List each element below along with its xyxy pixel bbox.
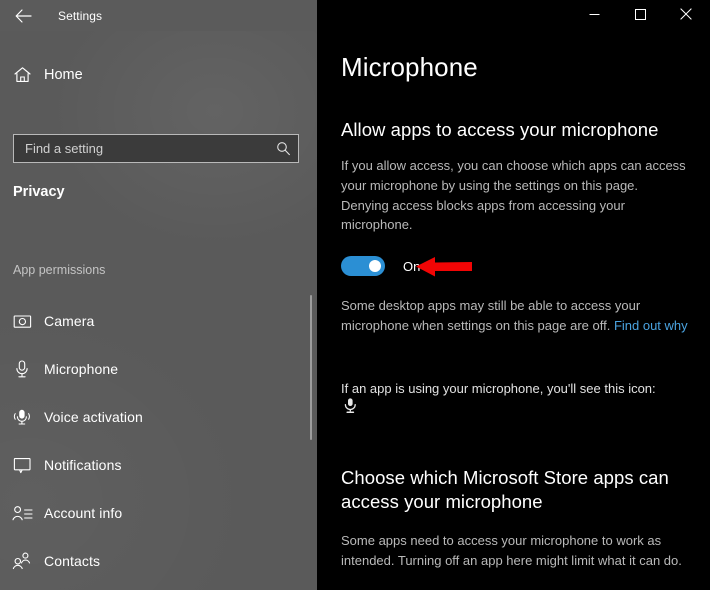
sidebar-item-voice-activation[interactable]: Voice activation [0, 393, 300, 441]
close-icon [680, 7, 692, 25]
allow-section-description: If you allow access, you can choose whic… [341, 158, 686, 233]
back-button[interactable] [3, 0, 43, 31]
sidebar-nav-list: Camera Microphone Voice activation Notif… [0, 297, 300, 590]
sidebar-item-microphone[interactable]: Microphone [0, 345, 300, 393]
find-out-why-link[interactable]: Find out why [614, 318, 688, 333]
title-bar: Settings [0, 0, 710, 31]
window-title: Settings [58, 8, 103, 23]
choose-apps-section-heading: Choose which Microsoft Store apps can ac… [341, 467, 669, 513]
sidebar: Home Privacy App permissions [0, 31, 317, 590]
sidebar-group-label: App permissions [13, 263, 106, 277]
microphone-access-toggle-row[interactable]: On [341, 256, 420, 276]
sidebar-item-contacts[interactable]: Contacts [0, 537, 300, 585]
close-button[interactable] [663, 0, 709, 31]
maximize-icon [634, 7, 646, 25]
desktop-apps-note: Some desktop apps may still be able to a… [341, 296, 691, 336]
sidebar-scrollbar-thumb[interactable] [310, 295, 312, 440]
home-icon [0, 66, 44, 84]
sidebar-item-camera[interactable]: Camera [0, 297, 300, 345]
maximize-button[interactable] [617, 0, 663, 31]
sidebar-item-voice-activation-label: Voice activation [44, 409, 143, 425]
sidebar-scrollbar[interactable] [308, 31, 314, 590]
microphone-access-toggle[interactable] [341, 256, 385, 276]
toggle-state-label: On [403, 258, 421, 274]
sidebar-item-account-info[interactable]: Account info [0, 489, 300, 537]
voice-activation-icon [0, 408, 44, 427]
contacts-icon [0, 552, 44, 570]
notification-icon [0, 457, 44, 474]
sidebar-item-home-label: Home [44, 67, 83, 83]
microphone-in-use-note: If an app is using your microphone, you'… [341, 381, 656, 396]
choose-apps-section-description: Some apps need to access your microphone… [341, 533, 682, 568]
main-content: Microphone Allow apps to access your mic… [317, 31, 710, 590]
page-title: Microphone [341, 52, 478, 82]
desktop-apps-note-text: Some desktop apps may still be able to a… [341, 298, 641, 333]
sidebar-item-home[interactable]: Home [0, 57, 300, 93]
settings-window: Settings Home Find a setting Privacy App… [0, 0, 710, 590]
allow-section-heading: Allow apps to access your microphone [341, 119, 659, 140]
sidebar-item-account-info-label: Account info [44, 505, 123, 521]
camera-icon [0, 313, 44, 330]
toggle-knob [369, 260, 381, 272]
minimize-icon [589, 7, 600, 25]
sidebar-item-contacts-label: Contacts [44, 553, 101, 569]
microphone-icon [0, 359, 44, 379]
microphone-indicator-icon [340, 395, 360, 415]
sidebar-category-title: Privacy [13, 184, 65, 200]
sidebar-item-camera-label: Camera [44, 313, 95, 329]
search-input[interactable] [14, 141, 268, 156]
back-arrow-icon [15, 8, 32, 23]
sidebar-item-microphone-label: Microphone [44, 361, 119, 377]
account-info-icon [0, 505, 44, 522]
search-icon[interactable] [268, 141, 298, 156]
sidebar-item-calendar[interactable]: Calendar [0, 585, 300, 590]
minimize-button[interactable] [571, 0, 617, 31]
title-bar-left-region [0, 0, 317, 31]
search-box[interactable] [13, 134, 299, 163]
sidebar-item-notifications-label: Notifications [44, 457, 122, 473]
sidebar-item-notifications[interactable]: Notifications [0, 441, 300, 489]
